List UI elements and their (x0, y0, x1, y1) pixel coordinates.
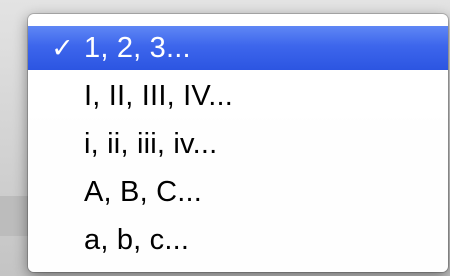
menu-item-label: 1, 2, 3... (84, 31, 191, 64)
menu-item-arabic[interactable]: ✓ 1, 2, 3... (28, 26, 448, 70)
menu-item-roman-lower[interactable]: i, ii, iii, iv... (28, 122, 448, 166)
menu-item-label: A, B, C... (84, 175, 203, 208)
menu-item-label: I, II, III, IV... (84, 79, 233, 112)
menu-item-label: i, ii, iii, iv... (84, 127, 218, 160)
menu-item-alpha-upper[interactable]: A, B, C... (28, 170, 448, 214)
menu-item-roman-upper[interactable]: I, II, III, IV... (28, 74, 448, 118)
checkmark-icon: ✓ (51, 32, 74, 63)
menu-item-alpha-lower[interactable]: a, b, c... (28, 218, 448, 262)
numbering-format-menu: ✓ 1, 2, 3... I, II, III, IV... i, ii, ii… (28, 14, 448, 272)
menu-item-label: a, b, c... (84, 223, 190, 256)
